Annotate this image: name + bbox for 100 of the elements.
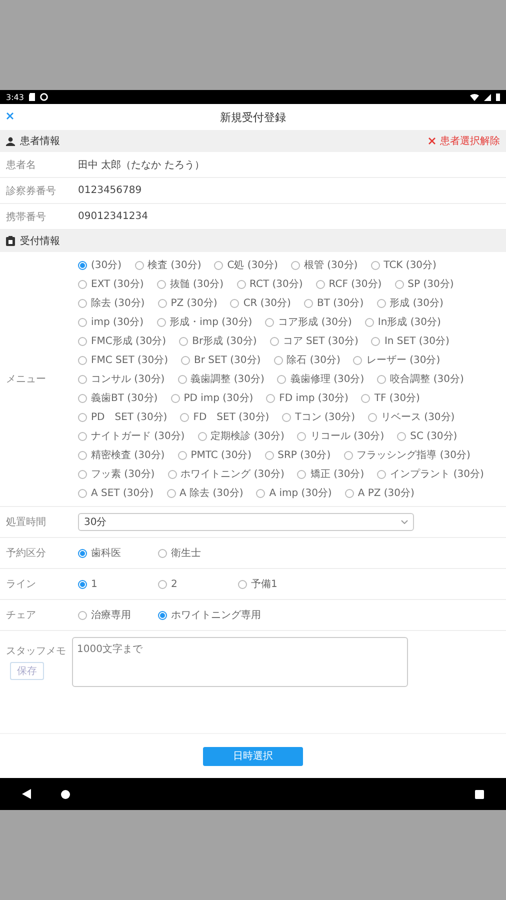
radio-button[interactable] [377,470,386,478]
option-label: PZ (30分) [170,297,218,310]
radio-button[interactable] [181,356,190,364]
option-label: 形成 (30分) [390,296,444,310]
radio-button[interactable] [290,260,300,270]
option-label: (30分) [91,259,122,272]
clipboard-icon [6,236,15,246]
radio-button[interactable] [168,470,177,478]
option-label: EXT (30分) [91,278,144,291]
radio-button[interactable] [214,260,224,270]
memo-field[interactable]: 1000文字まで [72,637,408,687]
radio-button[interactable] [238,580,247,588]
radio-button[interactable] [304,298,313,308]
radio-button[interactable] [156,280,166,288]
radio-button[interactable] [78,488,87,498]
radio-button[interactable] [78,610,87,620]
radio-button[interactable] [78,336,87,346]
radio-button[interactable] [274,356,283,364]
radio-button[interactable] [78,470,87,478]
option-label: PD SET (30分) [91,411,168,424]
radio-button[interactable] [344,450,353,460]
status-time: 3:43 [6,92,24,102]
option-label: リコール (30分) [310,430,384,443]
radio-button[interactable] [282,412,292,422]
radio-button[interactable] [78,356,87,364]
radio-button[interactable] [371,336,380,346]
radio-button[interactable] [78,374,87,384]
radio-button[interactable] [156,318,166,326]
field-value: 田中 太郎（たなか たろう） [78,158,204,172]
option-label: FD imp (30分) [279,392,348,405]
option-label: SC (30分) [410,430,458,443]
radio-button[interactable] [264,450,274,460]
radio-button[interactable] [78,432,87,440]
radio-button[interactable] [316,280,325,288]
radio-button[interactable] [277,374,286,384]
recents-icon[interactable] [475,790,484,798]
back-icon[interactable] [22,789,31,799]
option-label: RCF (30分) [328,278,382,291]
option-label: Br形成 (30分) [192,334,257,348]
radio-button[interactable] [158,548,167,558]
radio-button[interactable] [377,374,386,384]
option-label: 義歯調整 (30分) [190,372,264,386]
option-label: ナイトガード (30分) [91,430,185,443]
radio-button[interactable] [353,356,362,364]
home-icon[interactable] [61,790,70,798]
option-label: SRP (30分) [278,449,331,462]
page-title: 新規受付登録 [220,110,286,124]
option-label: BT (30分) [316,297,364,310]
option-label: Tコン (30分) [295,411,355,424]
radio-button[interactable] [166,488,176,498]
option-label: リベース (30分) [380,411,455,424]
radio-button[interactable] [256,488,266,498]
radio-button[interactable] [78,548,87,558]
clear-selection-button[interactable]: 患者選択解除 [428,134,500,148]
radio-button[interactable] [265,318,274,326]
radio-button[interactable] [230,298,240,308]
radio-button[interactable] [297,432,306,440]
radio-button[interactable] [78,580,87,588]
radio-button[interactable] [370,260,380,270]
radio-button[interactable] [266,394,276,402]
radio-button[interactable] [236,280,246,288]
radio-button[interactable] [180,412,190,422]
radio-button[interactable] [178,450,187,460]
option-label: 除去 (30分) [91,296,145,310]
radio-button[interactable] [158,298,167,308]
radio-button[interactable] [344,488,354,498]
radio-button[interactable] [198,432,207,440]
radio-button[interactable] [78,260,87,270]
time-select[interactable]: 30分 [78,513,414,531]
datetime-select-button[interactable]: 日時選択 [203,746,303,766]
radio-button[interactable] [179,336,188,346]
radio-button[interactable] [394,280,404,288]
option-label: 精密検査 (30分) [91,448,165,462]
save-button[interactable]: 保存 [10,662,44,680]
option-label: SP (30分) [408,278,454,291]
wifi-icon [470,94,479,100]
radio-button[interactable] [134,260,144,270]
radio-button[interactable] [158,580,167,588]
radio-button[interactable] [270,336,279,346]
radio-button[interactable] [78,318,87,326]
radio-button[interactable] [297,470,306,478]
radio-button[interactable] [364,318,374,326]
radio-button[interactable] [78,394,87,402]
radio-button[interactable] [397,432,406,440]
radio-button[interactable] [78,412,87,422]
option-label: 予備1 [251,578,278,591]
radio-button[interactable] [178,374,187,384]
option-label: 義歯修理 (30分) [290,372,364,386]
radio-button[interactable] [78,298,87,308]
close-icon[interactable] [6,112,14,120]
option-label: ホワイトニング専用 [171,608,261,622]
option-label: 咬合調整 (30分) [390,372,464,386]
radio-button[interactable] [78,280,87,288]
radio-button[interactable] [361,394,370,402]
option-label: コンサル (30分) [91,373,165,386]
radio-button[interactable] [368,412,377,422]
radio-button[interactable] [78,450,87,460]
radio-button[interactable] [170,394,180,402]
radio-button[interactable] [376,298,386,308]
radio-button[interactable] [158,610,167,620]
